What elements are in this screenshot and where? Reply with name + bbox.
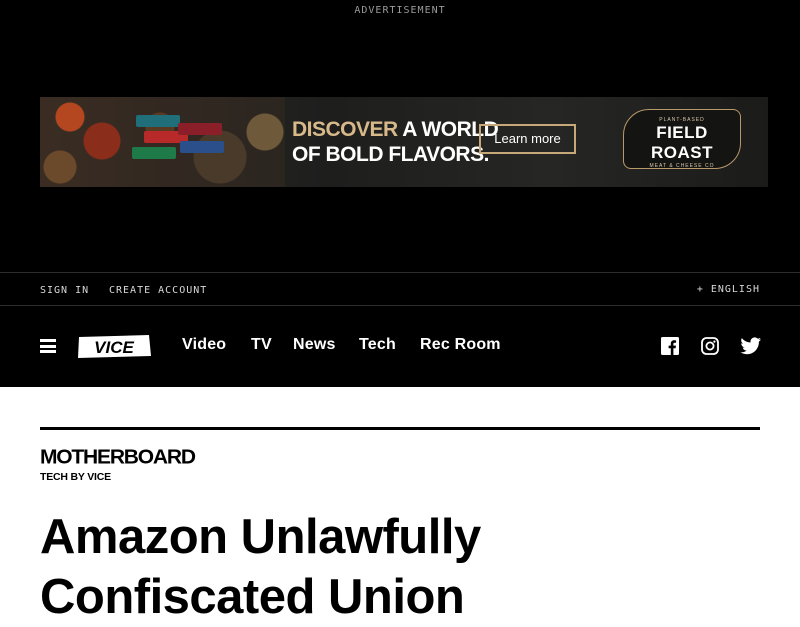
section-divider [40,427,760,430]
nav-item-news[interactable]: News [293,336,336,354]
ad-product-package [132,147,176,159]
ad-headline-line2: OF BOLD FLAVORS. [292,143,489,166]
header-region: ADVERTISEMENT DISCOVER A WORLD OF BOLD F… [0,0,800,387]
vice-logo[interactable]: VICE [76,334,152,359]
vice-logo-text: VICE [94,338,134,357]
utility-bar: SIGN IN CREATE ACCOUNT + ENGLISH [0,272,800,306]
instagram-icon[interactable] [701,337,719,355]
create-account-link[interactable]: CREATE ACCOUNT [109,285,207,296]
article-headline: Amazon Unlawfully Confiscated Union [40,510,481,624]
twitter-icon[interactable] [740,337,761,355]
nav-item-tech[interactable]: Tech [359,336,396,354]
ad-banner[interactable]: DISCOVER A WORLD OF BOLD FLAVORS. Learn … [40,97,768,187]
motherboard-tagline: TECH BY VICE [40,471,111,483]
ad-headline: DISCOVER A WORLD OF BOLD FLAVORS. [292,117,499,167]
facebook-icon[interactable] [661,337,679,355]
motherboard-logo[interactable]: MOTHERBOARD [40,447,196,470]
nav-item-tv[interactable]: TV [251,336,272,354]
nav-item-rec-room[interactable]: Rec Room [420,336,501,354]
ad-headline-accent: DISCOVER [292,118,398,141]
ad-brand-logo: PLANT-BASED FIELD ROAST MEAT & CHEESE CO [623,109,741,169]
nav-item-video[interactable]: Video [182,336,226,354]
ad-learn-more-button[interactable]: Learn more [479,124,576,154]
sign-in-link[interactable]: SIGN IN [40,285,89,296]
ad-logo-bottom: MEAT & CHEESE CO [649,163,715,169]
ad-logo-main: FIELD ROAST [651,123,713,162]
ad-product-package [136,115,180,127]
advertisement-label: ADVERTISEMENT [354,5,446,16]
ad-product-package [178,123,222,135]
ad-product-package [180,141,224,153]
ad-food-image [40,97,285,187]
language-selector[interactable]: + ENGLISH [697,284,760,295]
main-nav: VICE Video TV News Tech Rec Room [0,306,800,387]
hamburger-icon[interactable] [40,339,56,353]
